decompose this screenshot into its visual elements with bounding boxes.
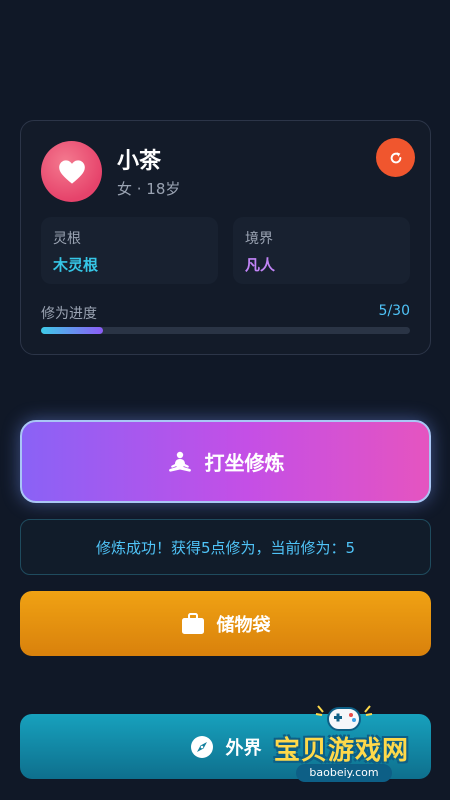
- outer-world-button[interactable]: 外界: [20, 714, 431, 779]
- realm-panel: 境界 凡人: [233, 217, 410, 284]
- character-card: 小茶 女 · 18岁 灵根 木灵根 境界 凡人 修为进度 5/30: [20, 120, 431, 355]
- status-message: 修炼成功！获得5点修为，当前修为：5: [20, 519, 431, 575]
- outer-world-label: 外界: [225, 737, 262, 759]
- refresh-button[interactable]: [376, 138, 415, 177]
- heart-icon: [58, 159, 85, 184]
- storage-bag-button[interactable]: 储物袋: [20, 591, 431, 656]
- compass-icon: [190, 735, 213, 758]
- storage-bag-label: 储物袋: [216, 614, 271, 636]
- character-info: 女 · 18岁: [117, 180, 181, 198]
- avatar: [41, 141, 102, 202]
- progress-label: 修为进度: [41, 306, 97, 322]
- meditation-icon: [168, 451, 191, 472]
- realm-value: 凡人: [245, 256, 276, 274]
- realm-label: 境界: [245, 231, 273, 247]
- spirit-root-value: 木灵根: [53, 256, 99, 274]
- progress-count: 5/30: [378, 303, 410, 319]
- meditate-button[interactable]: 打坐修炼: [20, 420, 431, 503]
- spirit-root-label: 灵根: [53, 231, 81, 247]
- spirit-root-panel: 灵根 木灵根: [41, 217, 218, 284]
- briefcase-icon: [181, 612, 204, 634]
- progress-bar: [41, 327, 410, 334]
- refresh-icon: [390, 151, 401, 163]
- character-name: 小茶: [117, 149, 162, 174]
- progress-fill: [41, 327, 103, 334]
- meditate-label: 打坐修炼: [204, 451, 285, 475]
